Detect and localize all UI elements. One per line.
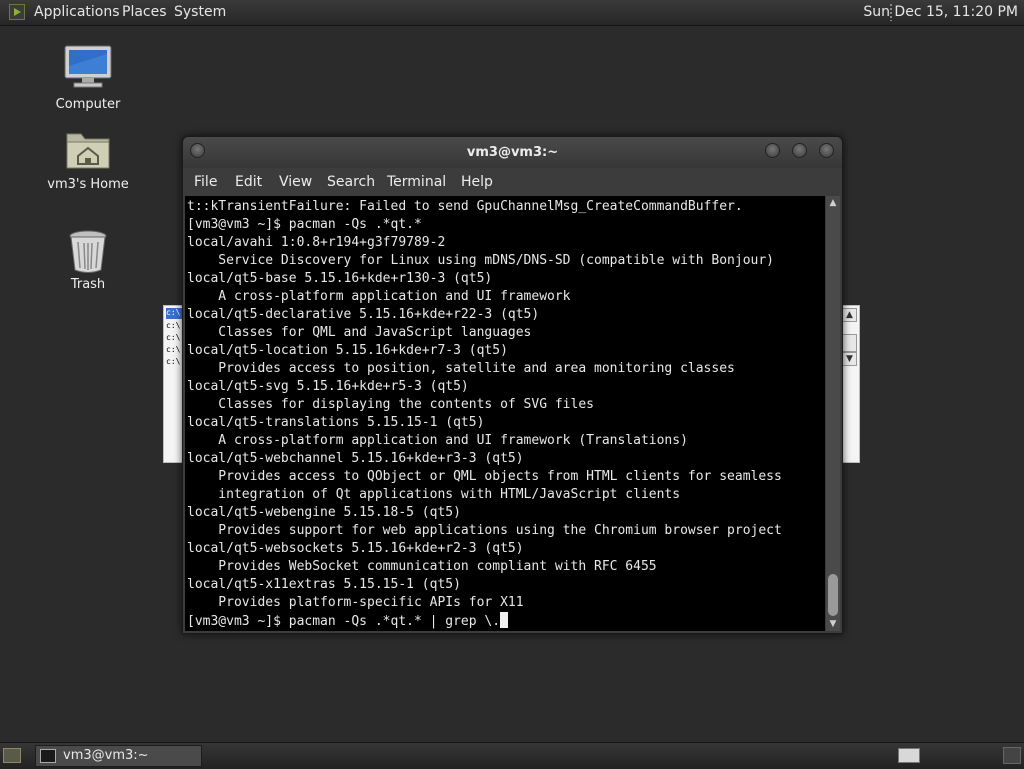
terminal-line: integration of Qt applications with HTML… bbox=[187, 487, 681, 502]
scroll-thumb[interactable] bbox=[842, 334, 857, 352]
menu-help[interactable]: Help bbox=[461, 174, 493, 190]
applications-menu[interactable]: Applications bbox=[34, 4, 120, 20]
terminal-output[interactable]: t::kTransientFailure: Failed to send Gpu… bbox=[185, 196, 825, 631]
terminal-line: Provides WebSocket communication complia… bbox=[187, 559, 657, 574]
terminal-line: t::kTransientFailure: Failed to send Gpu… bbox=[187, 199, 743, 214]
terminal-line: local/qt5-x11extras 5.15.15-1 (qt5) bbox=[187, 577, 461, 592]
terminal-line: Provides access to position, satellite a… bbox=[187, 361, 735, 376]
terminal-line: local/qt5-websockets 5.15.16+kde+r2-3 (q… bbox=[187, 541, 524, 556]
scroll-up-icon[interactable]: ▲ bbox=[842, 308, 857, 322]
window-title: vm3@vm3:~ bbox=[466, 145, 559, 160]
terminal-window[interactable]: vm3@vm3:~ File Edit View Search Terminal… bbox=[182, 136, 843, 634]
list-item[interactable]: c:\ bbox=[166, 345, 182, 356]
list-item[interactable]: c:\ bbox=[166, 321, 182, 332]
list-item[interactable]: c:\ bbox=[166, 357, 182, 368]
computer-icon bbox=[64, 45, 112, 88]
list-item[interactable]: c:\ bbox=[166, 333, 182, 344]
prompt-command: [vm3@vm3 ~]$ pacman -Qs .*qt.* | grep \. bbox=[187, 614, 501, 629]
top-panel: Applications Places System Sun Dec 15, 1… bbox=[0, 0, 1024, 26]
terminal-line: local/avahi 1:0.8+r194+g3f79789-2 bbox=[187, 235, 446, 250]
list-item[interactable]: c:\ bbox=[166, 308, 182, 319]
terminal-line: A cross-platform application and UI fram… bbox=[187, 433, 688, 448]
taskbar-item-terminal[interactable]: vm3@vm3:~ bbox=[35, 745, 202, 767]
close-icon[interactable] bbox=[819, 143, 834, 158]
terminal-line: Classes for QML and JavaScript languages bbox=[187, 325, 532, 340]
workspace-switcher[interactable] bbox=[898, 748, 920, 763]
clock[interactable]: Sun Dec 15, 11:20 PM bbox=[863, 4, 1018, 20]
applications-menu-icon[interactable] bbox=[9, 4, 25, 20]
scroll-thumb[interactable] bbox=[828, 574, 838, 616]
bottom-panel: vm3@vm3:~ bbox=[0, 742, 1024, 769]
maximize-icon[interactable] bbox=[792, 143, 807, 158]
terminal-line: Service Discovery for Linux using mDNS/D… bbox=[187, 253, 774, 268]
scroll-down-icon[interactable]: ▼ bbox=[842, 352, 857, 366]
menu-search[interactable]: Search bbox=[327, 174, 375, 190]
places-menu[interactable]: Places bbox=[122, 4, 167, 20]
desktop-icon-home[interactable]: vm3's Home bbox=[33, 128, 143, 196]
terminal-line: local/qt5-webchannel 5.15.16+kde+r3-3 (q… bbox=[187, 451, 524, 466]
trash-icon bbox=[69, 230, 107, 273]
taskbar-item-label: vm3@vm3:~ bbox=[63, 748, 149, 763]
terminal-line: local/qt5-svg 5.15.16+kde+r5-3 (qt5) bbox=[187, 379, 469, 394]
terminal-line: Classes for displaying the contents of S… bbox=[187, 397, 594, 412]
menu-view[interactable]: View bbox=[279, 174, 312, 190]
desktop-icon-label: Computer bbox=[55, 97, 121, 112]
menu-edit[interactable]: Edit bbox=[235, 174, 262, 190]
terminal-line: local/qt5-base 5.15.16+kde+r130-3 (qt5) bbox=[187, 271, 493, 286]
terminal-line: [vm3@vm3 ~]$ pacman -Qs .*qt.* bbox=[187, 217, 422, 232]
desktop-icon-computer[interactable]: Computer bbox=[33, 44, 143, 116]
terminal-prompt[interactable]: [vm3@vm3 ~]$ pacman -Qs .*qt.* | grep \. bbox=[187, 612, 509, 630]
trash-applet-icon[interactable] bbox=[1003, 747, 1021, 764]
home-folder-icon bbox=[66, 133, 110, 169]
terminal-line: Provides access to QObject or QML object… bbox=[187, 469, 782, 484]
terminal-line: local/qt5-webengine 5.15.18-5 (qt5) bbox=[187, 505, 461, 520]
terminal-line: local/qt5-declarative 5.15.16+kde+r22-3 … bbox=[187, 307, 540, 322]
terminal-icon bbox=[40, 749, 56, 763]
terminal-line: local/qt5-translations 5.15.15-1 (qt5) bbox=[187, 415, 485, 430]
desktop-icon-label: Trash bbox=[70, 277, 106, 292]
scroll-up-icon[interactable]: ▲ bbox=[826, 196, 840, 210]
desktop-icon-trash[interactable]: Trash bbox=[33, 228, 143, 294]
scrollbar[interactable]: ▲ ▼ bbox=[842, 308, 858, 368]
terminal-line: local/qt5-location 5.15.16+kde+r7-3 (qt5… bbox=[187, 343, 508, 358]
system-menu[interactable]: System bbox=[174, 4, 226, 20]
terminal-line: Provides support for web applications us… bbox=[187, 523, 782, 538]
show-desktop-icon[interactable] bbox=[3, 748, 21, 763]
minimize-icon[interactable] bbox=[765, 143, 780, 158]
terminal-line: Provides platform-specific APIs for X11 bbox=[187, 595, 524, 610]
terminal-scrollbar[interactable]: ▲ ▼ bbox=[826, 196, 840, 631]
terminal-line: A cross-platform application and UI fram… bbox=[187, 289, 571, 304]
terminal-menubar: File Edit View Search Terminal Help bbox=[183, 169, 842, 195]
text-cursor bbox=[500, 612, 509, 628]
menu-file[interactable]: File bbox=[194, 174, 217, 190]
scroll-down-icon[interactable]: ▼ bbox=[826, 617, 840, 631]
desktop-icon-label: vm3's Home bbox=[47, 177, 129, 192]
menu-terminal[interactable]: Terminal bbox=[387, 174, 446, 190]
window-titlebar[interactable]: vm3@vm3:~ bbox=[183, 137, 842, 168]
